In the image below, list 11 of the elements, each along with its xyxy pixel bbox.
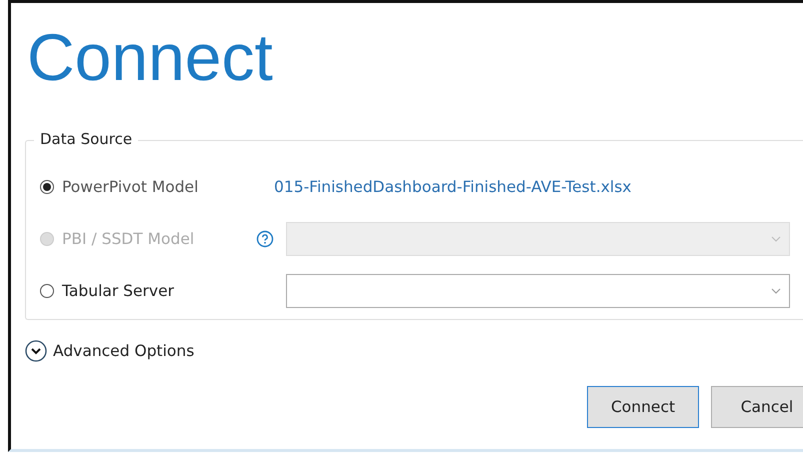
file-name: 015-FinishedDashboard-Finished-AVE-Test.xlsx [274,178,632,196]
caret-icon [771,236,781,242]
chevron-icon [25,340,47,362]
caret-icon [771,288,781,294]
dialog-title: Connect [27,19,274,96]
advanced-options-toggle[interactable]: Advanced Options [25,340,194,362]
dialog-button[interactable]: Connect [587,386,699,428]
radio-option[interactable]: PowerPivot Model [40,178,252,196]
dialog-button[interactable]: Cancel [711,386,803,428]
dropdown-field[interactable] [286,274,790,308]
radio-option[interactable]: Tabular Server [40,282,252,300]
